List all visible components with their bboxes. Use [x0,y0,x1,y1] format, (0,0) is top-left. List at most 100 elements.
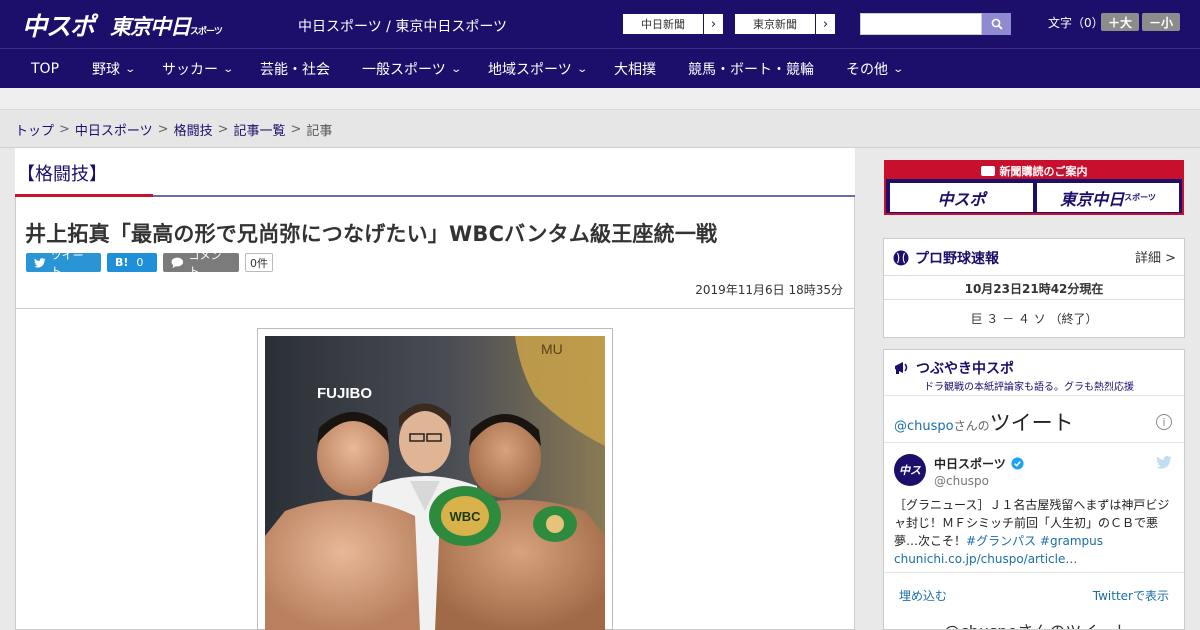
tokyo-logo-text: 東京中日 [110,15,191,39]
search-button[interactable] [982,13,1011,35]
twitter-bird-icon[interactable] [1156,456,1172,469]
baseball-icon [893,250,909,266]
nav-label: 地域スポーツ [488,62,572,78]
chevron-down-icon: ⌄ [450,63,462,75]
ad-tokyo-text: 東京中日 [1060,189,1125,209]
article-photo-frame: MU FUJIBO WBC [257,328,613,630]
tweet-account[interactable]: 中日スポーツ [934,455,1024,472]
site-name: 中日スポーツ / 東京中日スポーツ [298,19,508,35]
nav-item-general-sports[interactable]: 一般スポーツ ⌄ [362,49,462,89]
font-increase-button[interactable]: ＋大 [1101,13,1139,31]
nav-label: TOP [31,61,60,77]
nav-label: 競馬・ボート・競輪 [688,62,814,78]
tweet-timeline-title[interactable]: @chuspo さんの ツイート [894,407,1074,437]
photo-text-left: FUJIBO [317,385,372,402]
tweet-button[interactable]: ツイート [26,249,101,278]
search-icon [991,18,1003,30]
nav-item-entertainment[interactable]: 芸能・社会 [260,49,330,89]
widget-divider [884,395,1184,396]
breadcrumb-top[interactable]: トップ [15,120,54,139]
ad-chuspo-logo[interactable]: 中スポ [890,183,1033,212]
nav-label: 大相撲 [614,62,656,78]
nav-item-local-sports[interactable]: 地域スポーツ ⌄ [488,49,588,89]
tweet-timeline-word: ツイート [989,411,1074,435]
breadcrumb: トップ > 中日スポーツ > 格闘技 > 記事一覧 > 記事 [0,111,1200,148]
avatar[interactable]: 中ス [894,454,926,486]
nav-item-top[interactable]: TOP [31,49,59,89]
main-nav: TOP 野球 ⌄ サッカー ⌄ 芸能・社会 一般スポーツ ⌄ 地域スポーツ ⌄ 大相撲 … [0,48,1200,88]
search-input[interactable] [860,13,982,35]
baseball-score-widget: プロ野球速報 詳細 > 10月23日21時42分現在 巨 ３ － ４ ソ （終了… [883,238,1185,338]
ad-tokyo-logo[interactable]: 東京中日 スポーツ [1037,183,1179,212]
breadcrumb-article-list[interactable]: 記事一覧 [234,120,286,139]
nav-item-other[interactable]: その他 ⌄ [846,49,905,89]
baseball-header: プロ野球速報 [893,248,999,268]
chuspo-logo[interactable]: 中スポ [22,7,95,43]
megaphone-icon [895,362,908,374]
font-size-label: 文字（0） [1048,16,1104,30]
category-title: 【格闘技】 [17,164,107,185]
chevron-down-icon: ⌄ [222,63,235,75]
widget-divider [884,442,1184,443]
tweet-hashtag[interactable]: #grampus [1040,534,1103,548]
embed-link[interactable]: 埋め込む [899,587,947,604]
tokyo-chunichi-logo[interactable]: 東京中日スポーツ [110,11,223,41]
nav-item-racing[interactable]: 競馬・ボート・競輪 [688,49,814,89]
baseball-title: プロ野球速報 [915,251,999,267]
chevron-down-icon: ⌄ [576,63,588,75]
tweet-hashtag[interactable]: #グランパス [966,534,1036,548]
article-photo[interactable]: MU FUJIBO WBC [265,336,605,630]
article-column: 【格闘技】 井上拓真「最高の形で兄尚弥につなげたい」WBCバンタム級王座統一戦 … [15,148,855,630]
tweet-footer[interactable]: @chuspoさんのツイート [944,618,1129,629]
nav-label: その他 [846,62,888,78]
chevron-right-icon: › [703,14,723,34]
breadcrumb-martial-arts[interactable]: 格闘技 [174,120,213,139]
breadcrumb-chuspo[interactable]: 中日スポーツ [75,120,153,139]
chevron-down-icon: ⌄ [124,63,137,75]
nav-label: サッカー [162,62,218,78]
tweet-account-name: 中日スポーツ [934,457,1006,471]
spacer-strip [0,88,1200,110]
twitter-bird-icon [34,257,46,268]
baseball-detail-link[interactable]: 詳細 > [1135,247,1176,266]
comment-count: 0件 [245,253,273,272]
speech-bubble-icon [171,257,184,268]
verified-badge-icon [1011,457,1024,470]
photo-text-top: MU [541,341,563,357]
chunichi-shimbun-link[interactable]: 中日新聞 › [622,13,724,35]
widget-divider [884,572,1184,573]
widget-divider [884,299,1184,300]
nav-item-soccer[interactable]: サッカー ⌄ [162,49,235,89]
breadcrumb-separator: > [217,121,229,137]
article-divider [15,308,855,309]
tweet-account-handle[interactable]: @chuspo [934,474,989,488]
comment-button[interactable]: コメント [163,249,239,278]
tweet-widget-header: つぶやき中スポ [893,358,1014,378]
tokyo-shimbun-link[interactable]: 東京新聞 › [734,13,836,35]
breadcrumb-current: 記事 [306,123,333,139]
tweet-link[interactable]: chunichi.co.jp/chuspo/article… [894,552,1077,566]
nav-label: 野球 [92,62,120,78]
ad-tokyo-small: スポーツ [1124,193,1156,202]
font-decrease-button[interactable]: －小 [1142,13,1180,31]
chevron-down-icon: ⌄ [892,63,905,75]
twitter-widget: つぶやき中スポ ドラ観戦の本紙評論家も語る。グラも熱烈応援 @chuspo さん… [883,349,1185,630]
breadcrumb-separator: > [59,121,70,137]
tweet-button-label: ツイート [50,248,84,278]
view-on-twitter-link[interactable]: Twitterで表示 [1093,587,1169,604]
subscription-ad[interactable]: 新聞購読のご案内 中スポ 東京中日 スポーツ [884,160,1184,215]
nav-item-sumo[interactable]: 大相撲 [614,49,656,89]
comment-button-label: コメント [188,248,222,278]
chevron-right-icon: › [815,14,835,34]
hatena-bookmark-button[interactable]: B! 0 [107,253,157,272]
newspaper-icon [980,165,995,176]
hatena-icon: B! [115,256,129,269]
baseball-score[interactable]: 巨 ３ － ４ ソ （終了） [884,310,1184,327]
nav-item-baseball[interactable]: 野球 ⌄ [92,49,137,89]
widget-divider [884,275,1184,276]
article-title: 井上拓真「最高の形で兄尚弥につなげたい」WBCバンタム級王座統一戦 [25,222,718,246]
baseball-as-of: 10月23日21時42分現在 [964,282,1104,296]
info-icon[interactable]: i [1156,414,1172,430]
ad-header: 新聞購読のご案内 [886,162,1182,179]
nav-label: 一般スポーツ [362,62,446,78]
